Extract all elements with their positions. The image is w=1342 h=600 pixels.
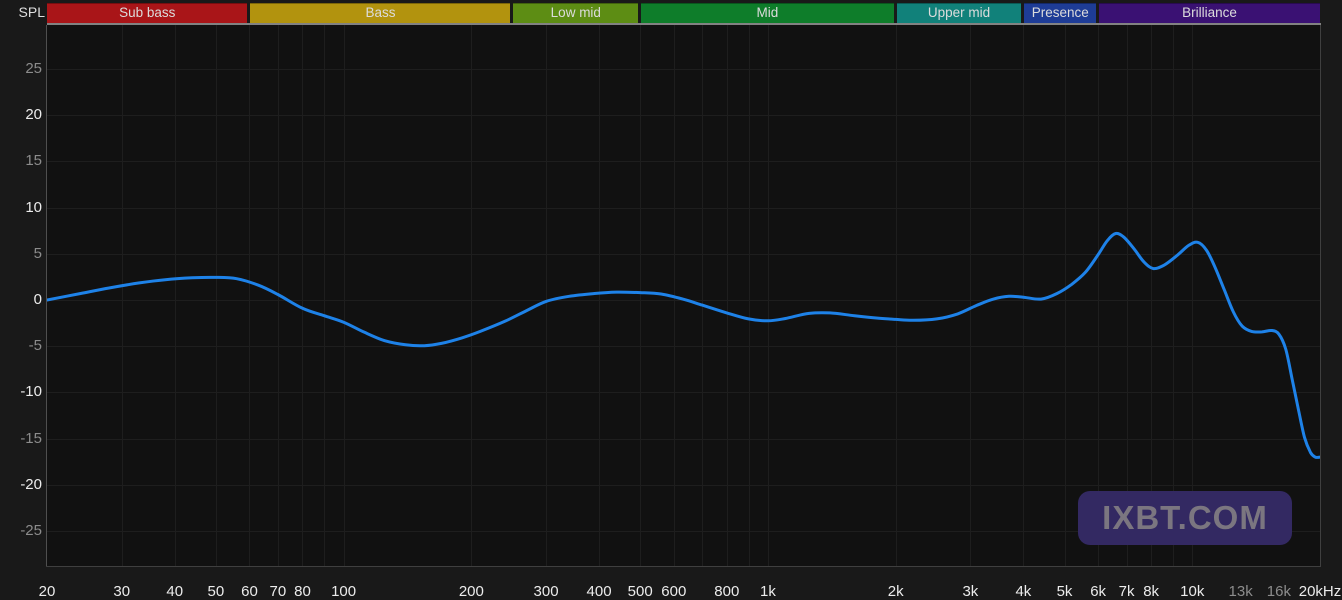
- band-brilliance: Brilliance: [1099, 3, 1320, 23]
- band-sub-bass: Sub bass: [47, 3, 248, 23]
- x-tick-3k: 3k: [962, 583, 979, 600]
- x-tick-70: 70: [269, 583, 287, 600]
- frequency-bands-strip: Sub bass Bass Low mid Mid Upper mid Presence B…: [47, 3, 1320, 23]
- band-label-low-mid: Low mid: [550, 5, 601, 20]
- band-upper-mid: Upper mid: [896, 3, 1022, 23]
- x-tick-400: 400: [586, 583, 612, 600]
- x-tick-13k: 13k: [1228, 583, 1253, 600]
- x-tick-8k: 8k: [1143, 583, 1160, 600]
- x-tick-6k: 6k: [1090, 583, 1107, 600]
- y-tick--20: -20: [20, 475, 42, 493]
- y-tick--5: -5: [28, 337, 42, 355]
- frequency-response-chart: SPL Sub bass Bass Low mid Mid Upper mid Prese…: [0, 0, 1342, 600]
- band-low-mid: Low mid: [513, 3, 639, 23]
- band-label-mid: Mid: [756, 5, 779, 20]
- y-tick-25: 25: [25, 60, 42, 77]
- band-label-sub-bass: Sub bass: [119, 5, 176, 20]
- x-tick-300: 300: [533, 583, 559, 600]
- band-label-brilliance: Brilliance: [1182, 5, 1237, 20]
- x-tick-50: 50: [207, 583, 225, 600]
- x-tick-2k: 2k: [887, 583, 904, 600]
- x-tick-40: 40: [166, 583, 184, 600]
- plot-area: [45, 25, 1322, 566]
- x-tick-7k: 7k: [1118, 583, 1135, 600]
- x-tick-4k: 4k: [1015, 583, 1032, 600]
- x-tick-200: 200: [458, 583, 484, 600]
- y-tick-5: 5: [33, 244, 42, 262]
- x-tick-20khz: 20kHz: [1298, 583, 1342, 600]
- x-tick-16k: 16k: [1266, 583, 1291, 600]
- band-bass: Bass: [250, 3, 511, 23]
- ixbt-watermark-text: IXBT.COM: [1102, 499, 1268, 536]
- y-tick--10: -10: [20, 383, 42, 401]
- band-label-bass: Bass: [365, 5, 396, 20]
- x-axis-line: [46, 566, 1321, 567]
- chart-canvas: [45, 25, 1322, 566]
- right-border-line: [1320, 25, 1321, 566]
- x-tick-10k: 10k: [1180, 583, 1205, 600]
- x-tick-30: 30: [113, 583, 131, 600]
- x-tick-100: 100: [331, 583, 357, 600]
- y-tick--15: -15: [20, 429, 42, 447]
- x-tick-500: 500: [627, 583, 653, 600]
- y-tick--25: -25: [20, 522, 42, 539]
- x-tick-60: 60: [241, 583, 258, 600]
- y-tick-10: 10: [25, 198, 42, 216]
- band-presence: Presence: [1024, 3, 1097, 23]
- y-axis-line: [46, 25, 47, 566]
- x-tick-600: 600: [661, 583, 687, 600]
- band-mid: Mid: [641, 3, 894, 23]
- y-tick-0: 0: [33, 291, 42, 308]
- x-tick-20: 20: [38, 583, 56, 600]
- x-tick-800: 800: [714, 583, 740, 600]
- band-label-presence: Presence: [1031, 5, 1089, 20]
- y-tick-15: 15: [25, 152, 42, 170]
- band-label-upper-mid: Upper mid: [927, 5, 991, 20]
- spl-axis-label: SPL: [18, 4, 45, 20]
- x-tick-1k: 1k: [760, 583, 776, 600]
- y-tick-20: 20: [25, 106, 42, 124]
- ixbt-watermark: IXBT.COM: [1078, 491, 1292, 545]
- x-tick-5k: 5k: [1056, 583, 1073, 600]
- response-curve: [45, 231, 1322, 459]
- x-tick-80: 80: [294, 583, 311, 600]
